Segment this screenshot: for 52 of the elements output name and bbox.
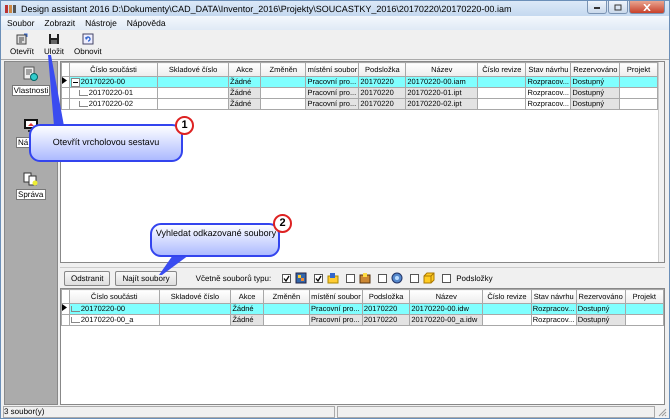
checkbox[interactable] — [314, 274, 324, 282]
maximize-button[interactable] — [608, 1, 628, 14]
toolbar-button[interactable]: Otevřít — [7, 31, 38, 58]
menu-item[interactable]: Nápověda — [126, 18, 166, 28]
collapse-icon[interactable] — [70, 78, 80, 86]
refresh-icon — [82, 33, 94, 45]
table-cell — [159, 304, 231, 314]
status-text: 3 soubor(y) — [3, 406, 335, 418]
properties-icon — [23, 66, 39, 82]
resize-grip-icon[interactable] — [657, 406, 667, 416]
row-selector[interactable] — [62, 304, 70, 314]
scrollbar[interactable] — [658, 62, 664, 262]
documents-icon — [23, 170, 39, 186]
close-button[interactable] — [629, 1, 665, 14]
file-type-icon — [391, 272, 404, 284]
close-icon — [643, 4, 651, 10]
menu-item[interactable]: Soubor — [7, 18, 34, 28]
push-button[interactable]: Najít soubory — [115, 270, 177, 286]
file-type-icon — [327, 272, 340, 284]
minimize-icon — [593, 4, 601, 10]
properties-icon — [16, 33, 28, 45]
menu-item[interactable]: Nástroje — [85, 18, 117, 28]
row-selector[interactable] — [62, 76, 70, 88]
file-type-icon — [295, 272, 308, 284]
checkbox[interactable] — [442, 274, 452, 282]
tree-line — [78, 101, 88, 107]
tree-line — [70, 317, 80, 323]
callout-text: Otevřít vrcholovou sestavu — [52, 137, 160, 147]
file-type-icon — [359, 272, 372, 284]
window-title: Design assistant 2016 D:\Dokumenty\CAD_DATA\Inventor_2016\Projekty\SOUCASTKY_2016\20170220\20170220-00.iam — [21, 4, 512, 14]
save-icon — [48, 33, 60, 45]
minimize-button[interactable] — [587, 1, 607, 14]
toolbar-button[interactable]: Uložit — [41, 31, 68, 58]
tree-line — [78, 90, 88, 96]
checkbox[interactable] — [378, 274, 388, 282]
filter-label: Včetně souborů typu: — [196, 274, 272, 282]
toolbar-button[interactable]: Obnovit — [71, 31, 105, 58]
current-row-icon — [62, 304, 67, 311]
push-button[interactable]: Odstranit — [64, 270, 110, 286]
sidebar-item[interactable]: Vlastnosti — [12, 66, 50, 96]
checkbox[interactable] — [282, 274, 292, 282]
menu-item[interactable]: Zobrazit — [44, 18, 76, 28]
sidebar-item[interactable]: Správa — [16, 170, 46, 200]
current-row-icon — [62, 78, 67, 84]
file-type-icon — [423, 272, 436, 284]
table-cell — [158, 76, 228, 88]
checkbox[interactable] — [410, 274, 420, 282]
app-icon — [5, 4, 17, 14]
maximize-icon — [614, 4, 622, 10]
tree-line — [70, 306, 80, 312]
checkbox[interactable] — [346, 274, 356, 282]
checkbox-label: Podsložky — [456, 274, 493, 282]
